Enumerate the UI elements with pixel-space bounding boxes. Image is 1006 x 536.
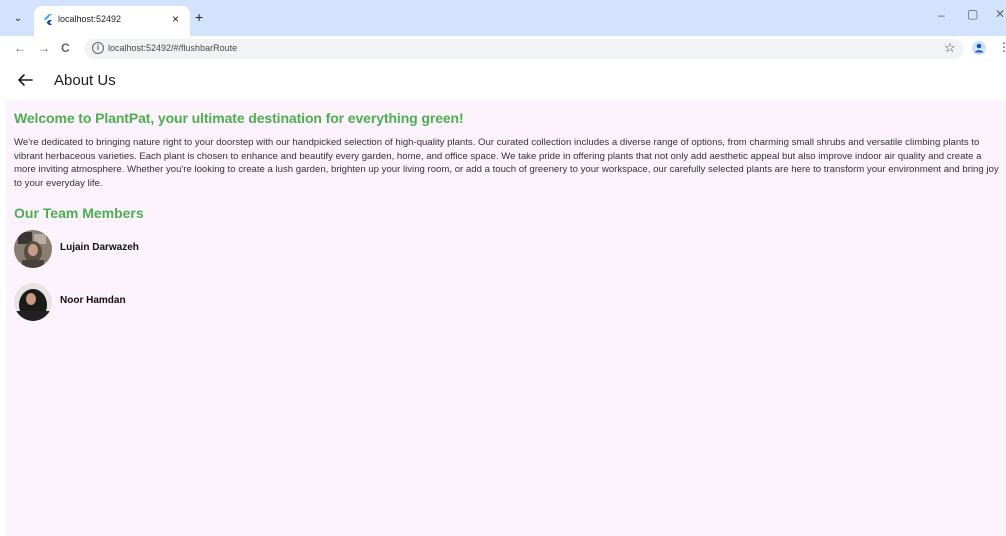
member-avatar: [14, 230, 52, 268]
welcome-heading: Welcome to PlantPat, your ultimate desti…: [14, 110, 464, 126]
page-title: About Us: [54, 72, 116, 89]
back-arrow-icon[interactable]: [16, 71, 34, 89]
site-info-icon[interactable]: i: [92, 42, 104, 54]
person-icon: [974, 43, 984, 53]
about-description: We're dedicated to bringing nature right…: [14, 137, 999, 189]
bookmark-star-icon[interactable]: ☆: [944, 40, 956, 56]
member-name: Lujain Darwazeh: [60, 242, 139, 253]
browser-toolbar: ← → C i localhost:52492/#/flushbarRoute …: [0, 36, 1006, 62]
tab-close-icon[interactable]: ×: [172, 12, 179, 26]
profile-avatar-icon[interactable]: [972, 41, 986, 55]
restore-icon[interactable]: ▢: [967, 7, 978, 21]
reload-icon[interactable]: C: [61, 40, 70, 56]
tab-title: localhost:52492: [58, 14, 122, 24]
tab-search-chevron-icon[interactable]: ⌄: [8, 8, 28, 28]
team-member: Noor Hamdan: [14, 283, 314, 321]
member-name: Noor Hamdan: [60, 295, 126, 306]
browser-tab[interactable]: localhost:52492 ×: [34, 6, 190, 36]
team-heading: Our Team Members: [14, 205, 144, 221]
member-avatar: [14, 283, 52, 321]
address-bar[interactable]: i localhost:52492/#/flushbarRoute ☆: [84, 39, 964, 59]
about-content: Welcome to PlantPat, your ultimate desti…: [6, 100, 1006, 536]
browser-menu-icon[interactable]: ⋮: [998, 40, 1006, 54]
url-text[interactable]: localhost:52492/#/flushbarRoute: [108, 43, 237, 53]
browser-tab-bar: ⌄ localhost:52492 × + – ▢ ✕: [0, 0, 1006, 36]
window-close-icon[interactable]: ✕: [995, 7, 1005, 21]
new-tab-button[interactable]: +: [195, 9, 203, 25]
minimize-icon[interactable]: –: [938, 8, 945, 22]
app-bar: About Us: [6, 62, 1006, 100]
team-member: Lujain Darwazeh: [14, 230, 314, 268]
flutter-icon: [44, 14, 52, 25]
browser-back-icon[interactable]: ←: [14, 40, 26, 56]
browser-forward-icon[interactable]: →: [38, 40, 50, 56]
